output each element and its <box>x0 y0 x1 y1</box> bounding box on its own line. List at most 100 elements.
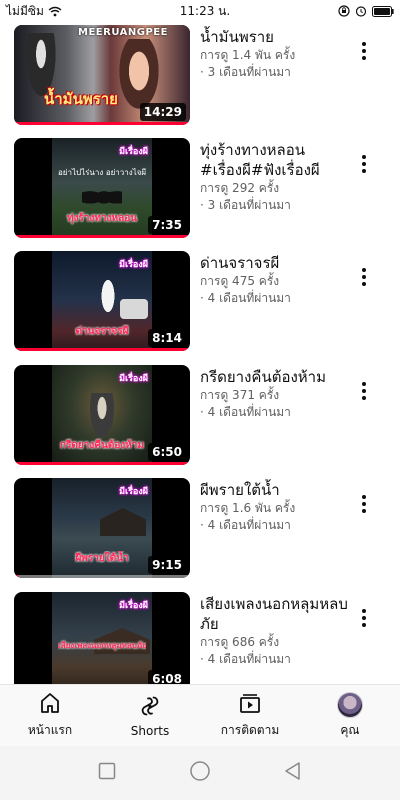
battery-icon <box>372 5 394 17</box>
more-options-icon[interactable] <box>354 606 374 630</box>
video-title[interactable]: ผีพรายใต้น้ำ <box>200 480 350 500</box>
video-thumbnail[interactable]: MEERUANGPEE น้ำมันพราย 14:29 <box>14 25 190 125</box>
video-item[interactable]: มีเรื่องผี อย่าไปไร่นาง อย่าวางไจผี ทุ่ง… <box>0 138 400 248</box>
thumbnail-caption: ทุ่งร้างทางหลอน <box>67 213 137 224</box>
video-views: การดู 1.6 พัน ครั้ง <box>200 501 296 515</box>
video-views: การดู 1.4 พัน ครั้ง <box>200 48 296 62</box>
video-views: การดู 371 ครั้ง <box>200 388 280 402</box>
back-triangle-icon <box>283 761 303 785</box>
video-info[interactable]: ด่านจราจรผี การดู 475 ครั้ง · 4 เดือนที่… <box>200 253 350 307</box>
video-item[interactable]: MEERUANGPEE น้ำมันพราย 14:29 น้ำมันพราย … <box>0 25 400 135</box>
status-bar: ไม่มีซิม 11:23 น. <box>0 0 400 22</box>
watch-progress <box>14 575 18 578</box>
video-title[interactable]: เสียงเพลงนอกหลุมหลบภัย <box>200 594 350 634</box>
home-icon <box>38 691 62 718</box>
status-time: 11:23 น. <box>179 3 231 18</box>
status-right <box>274 5 394 17</box>
nav-shorts[interactable]: Shorts <box>100 685 200 746</box>
circle-icon <box>189 760 211 786</box>
ghost-figure <box>88 393 116 443</box>
watch-progress-track <box>14 575 190 578</box>
more-options-icon[interactable] <box>354 152 374 176</box>
thumbnail-channel-tag: MEERUANGPEE <box>78 27 168 38</box>
video-age: · 4 เดือนที่ผ่านมา <box>200 518 291 532</box>
watch-progress <box>14 122 190 125</box>
home-system-button[interactable] <box>185 758 215 788</box>
thumbnail-caption: ผีพรายใต้น้ำ <box>75 553 129 564</box>
more-options-icon[interactable] <box>354 39 374 63</box>
video-title[interactable]: ด่านจราจรผี <box>200 253 350 273</box>
rotation-lock-icon <box>338 5 350 17</box>
shorts-icon <box>138 694 162 721</box>
thumbnail-caption: ด่านจราจรผี <box>75 326 129 337</box>
video-age: · 3 เดือนที่ผ่านมา <box>200 198 291 212</box>
video-list[interactable]: MEERUANGPEE น้ำมันพราย 14:29 น้ำมันพราย … <box>0 22 400 684</box>
more-options-icon[interactable] <box>354 379 374 403</box>
back-button[interactable] <box>278 758 308 788</box>
video-duration: 8:14 <box>148 329 186 347</box>
more-options-icon[interactable] <box>354 265 374 289</box>
square-icon <box>98 762 116 784</box>
thumbnail-caption: กรีดยางคืนต้องห้าม <box>60 440 144 451</box>
thumbnail-channel-tag: มีเรื่องผี <box>119 147 148 157</box>
subscriptions-icon <box>238 691 262 718</box>
video-info[interactable]: ผีพรายใต้น้ำ การดู 1.6 พัน ครั้ง · 4 เดื… <box>200 480 350 534</box>
video-title[interactable]: น้ำมันพราย <box>200 27 350 47</box>
video-views: การดู 475 ครั้ง <box>200 274 280 288</box>
video-duration: 14:29 <box>139 103 186 121</box>
thumbnail-channel-tag: มีเรื่องผี <box>119 601 148 611</box>
video-age: · 4 เดือนที่ผ่านมา <box>200 652 291 666</box>
video-thumbnail[interactable]: มีเรื่องผี กรีดยางคืนต้องห้าม 6:50 <box>14 365 190 465</box>
video-item[interactable]: มีเรื่องผี ผีพรายใต้น้ำ 9:15 ผีพรายใต้น้… <box>0 478 400 588</box>
status-left: ไม่มีซิม <box>6 2 146 21</box>
watch-progress <box>14 348 190 351</box>
avatar <box>337 691 363 718</box>
video-info[interactable]: กรีดยางคืนต้องห้าม การดู 371 ครั้ง · 4 เ… <box>200 367 350 421</box>
video-thumbnail[interactable]: มีเรื่องผี เสียงเพลงนอกหลุมหลบภัย 6:08 <box>14 592 190 684</box>
video-duration: 9:15 <box>148 556 186 574</box>
nav-home-label: หน้าแรก <box>27 723 73 737</box>
alarm-icon <box>355 5 367 17</box>
thumbnail-channel-tag: มีเรื่องผี <box>119 374 148 384</box>
video-views: การดู 292 ครั้ง <box>200 181 280 195</box>
wifi-icon <box>48 6 62 17</box>
video-duration: 7:35 <box>148 216 186 234</box>
recents-button[interactable] <box>92 758 122 788</box>
system-navigation <box>0 746 400 800</box>
video-title[interactable]: ทุ่งร้างทางหลอน #เรื่องผี#ฟังเรื่องผี <box>200 140 350 180</box>
thumbnail-channel-tag: มีเรื่องผี <box>119 260 148 270</box>
thumbnail-caption: เสียงเพลงนอกหลุมหลบภัย <box>58 641 146 650</box>
video-age: · 4 เดือนที่ผ่านมา <box>200 291 291 305</box>
video-item[interactable]: มีเรื่องผี เสียงเพลงนอกหลุมหลบภัย 6:08 เ… <box>0 592 400 684</box>
video-thumbnail[interactable]: มีเรื่องผี ด่านจราจรผี 8:14 <box>14 251 190 351</box>
ghost-silhouettes <box>82 182 122 204</box>
video-item[interactable]: มีเรื่องผี ด่านจราจรผี 8:14 ด่านจราจรผี … <box>0 251 400 361</box>
ghost-figure <box>98 271 118 321</box>
video-thumbnail[interactable]: มีเรื่องผี ผีพรายใต้น้ำ 9:15 <box>14 478 190 578</box>
thumbnail-channel-tag: มีเรื่องผี <box>119 487 148 497</box>
video-age: · 4 เดือนที่ผ่านมา <box>200 405 291 419</box>
watch-progress <box>14 462 190 465</box>
video-views: การดู 686 ครั้ง <box>200 635 280 649</box>
nav-you[interactable]: คุณ <box>300 685 400 746</box>
carrier-label: ไม่มีซิม <box>6 3 44 18</box>
nav-shorts-label: Shorts <box>130 723 170 738</box>
nav-subscriptions[interactable]: การติดตาม <box>200 685 300 746</box>
video-info[interactable]: ทุ่งร้างทางหลอน #เรื่องผี#ฟังเรื่องผี กา… <box>200 140 350 214</box>
watch-progress <box>14 235 190 238</box>
video-item[interactable]: มีเรื่องผี กรีดยางคืนต้องห้าม 6:50 กรีดย… <box>0 365 400 475</box>
nav-you-label: คุณ <box>340 722 360 737</box>
thumbnail-subtitle: อย่าไปไร่นาง อย่าวางไจผี <box>58 168 146 177</box>
video-thumbnail[interactable]: มีเรื่องผี อย่าไปไร่นาง อย่าวางไจผี ทุ่ง… <box>14 138 190 238</box>
car-shape <box>120 299 148 319</box>
thumbnail-caption: น้ำมันพราย <box>44 90 118 108</box>
video-info[interactable]: เสียงเพลงนอกหลุมหลบภัย การดู 686 ครั้ง ·… <box>200 594 350 668</box>
bottom-navigation: หน้าแรก Shorts การติดตาม คุณ <box>0 684 400 746</box>
nav-home[interactable]: หน้าแรก <box>0 685 100 746</box>
more-options-icon[interactable] <box>354 492 374 516</box>
video-title[interactable]: กรีดยางคืนต้องห้าม <box>200 367 350 387</box>
video-age: · 3 เดือนที่ผ่านมา <box>200 65 291 79</box>
nav-subscriptions-label: การติดตาม <box>220 723 280 737</box>
video-info[interactable]: น้ำมันพราย การดู 1.4 พัน ครั้ง · 3 เดือน… <box>200 27 350 81</box>
video-duration: 6:08 <box>148 670 186 684</box>
